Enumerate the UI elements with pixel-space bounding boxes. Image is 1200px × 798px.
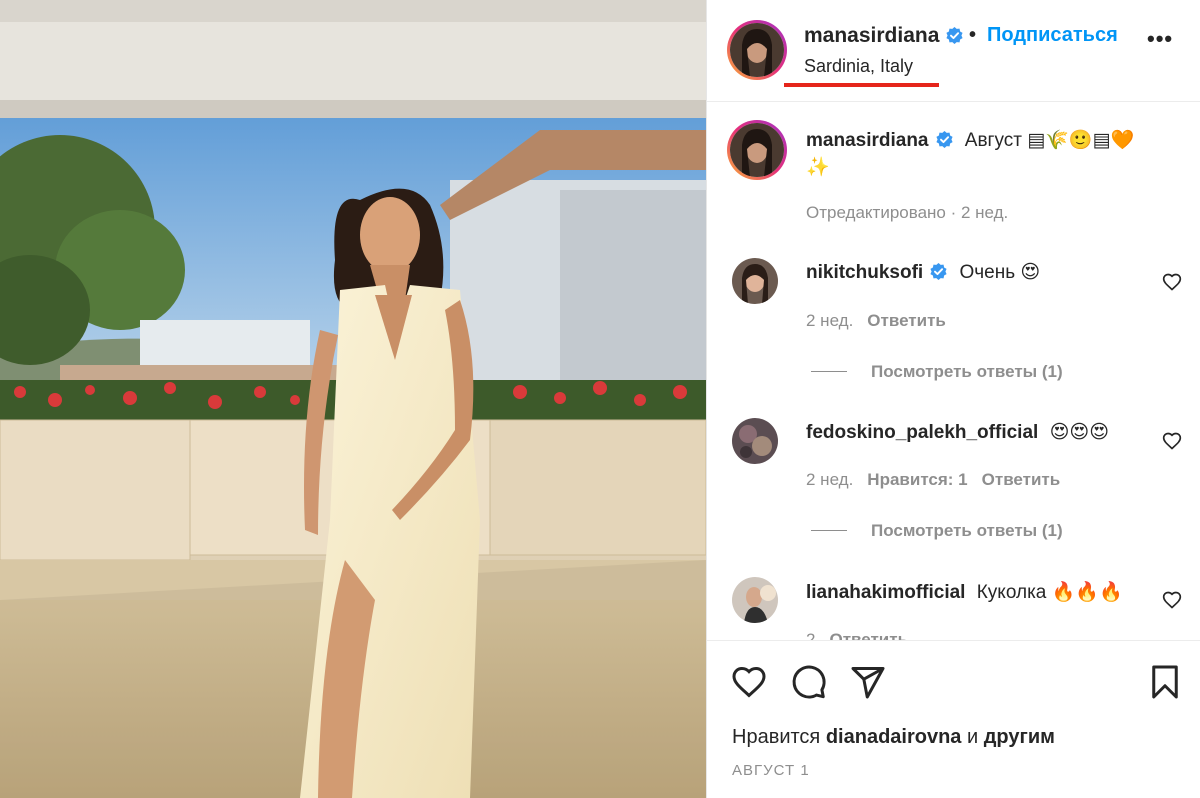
likes-user-link[interactable]: dianadairovna <box>826 726 962 748</box>
caption-emoji: ▤🌾🙂▤🧡 <box>1027 130 1135 151</box>
author-username-text[interactable]: manasirdiana <box>804 24 939 47</box>
view-replies-button[interactable]: Посмотреть ответы (1) <box>811 521 1063 541</box>
comment-text: nikitchuksofi Очень 😍 <box>806 261 1040 284</box>
post-photo-illustration <box>0 0 706 798</box>
author-avatar[interactable] <box>727 20 787 80</box>
heart-icon[interactable] <box>731 664 767 700</box>
comment-username[interactable]: fedoskino_palekh_official <box>806 422 1038 443</box>
comment-avatar[interactable] <box>732 258 778 304</box>
caption-body: Август <box>964 130 1022 151</box>
comment-username[interactable]: nikitchuksofi <box>806 262 923 283</box>
caption-meta: Отредактировано · 2 нед. <box>806 203 1009 222</box>
post-date[interactable]: АВГУСТ 1 <box>732 762 810 779</box>
comment-time[interactable]: 2 нед. <box>806 311 853 330</box>
view-replies-label[interactable]: Посмотреть ответы (1) <box>871 521 1063 540</box>
likes-and: и <box>967 726 979 748</box>
comment-body: Очень 😍 <box>959 262 1041 283</box>
comment-username[interactable]: lianahakimofficial <box>806 582 965 603</box>
comment-avatar[interactable] <box>732 418 778 464</box>
comment-time[interactable]: 2 <box>806 630 815 640</box>
comment-time[interactable]: 2 нед. <box>806 470 853 489</box>
comment-text: lianahakimofficial Куколка 🔥🔥🔥 <box>806 580 1123 604</box>
comment-text: fedoskino_palekh_official 😍😍😍 <box>806 421 1109 444</box>
small-heart-icon[interactable] <box>1162 272 1182 292</box>
comment-meta: 2 нед. Нравится: 1 Ответить <box>806 470 1060 490</box>
replies-divider <box>811 371 847 372</box>
post-photo[interactable] <box>0 0 706 798</box>
reply-button[interactable]: Ответить <box>829 630 908 640</box>
follow-button[interactable]: Подписаться <box>987 24 1118 47</box>
bookmark-icon[interactable] <box>1147 664 1183 700</box>
small-heart-icon[interactable] <box>1162 590 1182 610</box>
reply-button[interactable]: Ответить <box>982 470 1061 489</box>
comment-meta-clip: 2 Ответить <box>707 626 1200 640</box>
caption-text: manasirdiana Август ▤🌾🙂▤🧡 <box>806 128 1134 152</box>
more-options-icon[interactable]: ••• <box>1147 28 1173 50</box>
author-username[interactable]: manasirdiana <box>804 24 964 48</box>
caption-author-avatar[interactable] <box>727 120 787 180</box>
verified-badge-icon <box>935 130 953 149</box>
comment-body: 😍😍😍 <box>1049 422 1109 443</box>
comment-body: Куколка 🔥🔥🔥 <box>976 582 1123 603</box>
view-replies-button[interactable]: Посмотреть ответы (1) <box>811 362 1063 382</box>
comment-meta: 2 Ответить <box>806 630 908 640</box>
location-highlight-underline <box>784 83 939 87</box>
view-replies-label[interactable]: Посмотреть ответы (1) <box>871 362 1063 381</box>
post-header: manasirdiana • Подписаться ••• Sardinia,… <box>707 0 1200 102</box>
comment-meta: 2 нед. Ответить <box>806 311 946 331</box>
comment-icon[interactable] <box>791 664 827 700</box>
caption-username[interactable]: manasirdiana <box>806 130 929 151</box>
likes-summary: Нравится dianadairovna и другим <box>732 726 1055 749</box>
post-panel: manasirdiana • Подписаться ••• Sardinia,… <box>706 0 1200 798</box>
header-separator: • <box>969 24 977 46</box>
reply-button[interactable]: Ответить <box>867 311 946 330</box>
likes-prefix: Нравится <box>732 726 821 748</box>
comment-likes[interactable]: Нравится: 1 <box>867 470 967 489</box>
verified-badge-icon <box>946 26 963 45</box>
comment-avatar[interactable] <box>732 577 778 623</box>
caption-emoji-line: ✨ <box>806 157 830 178</box>
post-location[interactable]: Sardinia, Italy <box>804 56 913 77</box>
replies-divider <box>811 530 847 531</box>
actions-divider <box>707 640 1200 641</box>
verified-badge-icon <box>930 262 947 281</box>
likes-others-link[interactable]: другим <box>984 726 1055 748</box>
small-heart-icon[interactable] <box>1162 431 1182 451</box>
send-icon[interactable] <box>850 664 886 700</box>
